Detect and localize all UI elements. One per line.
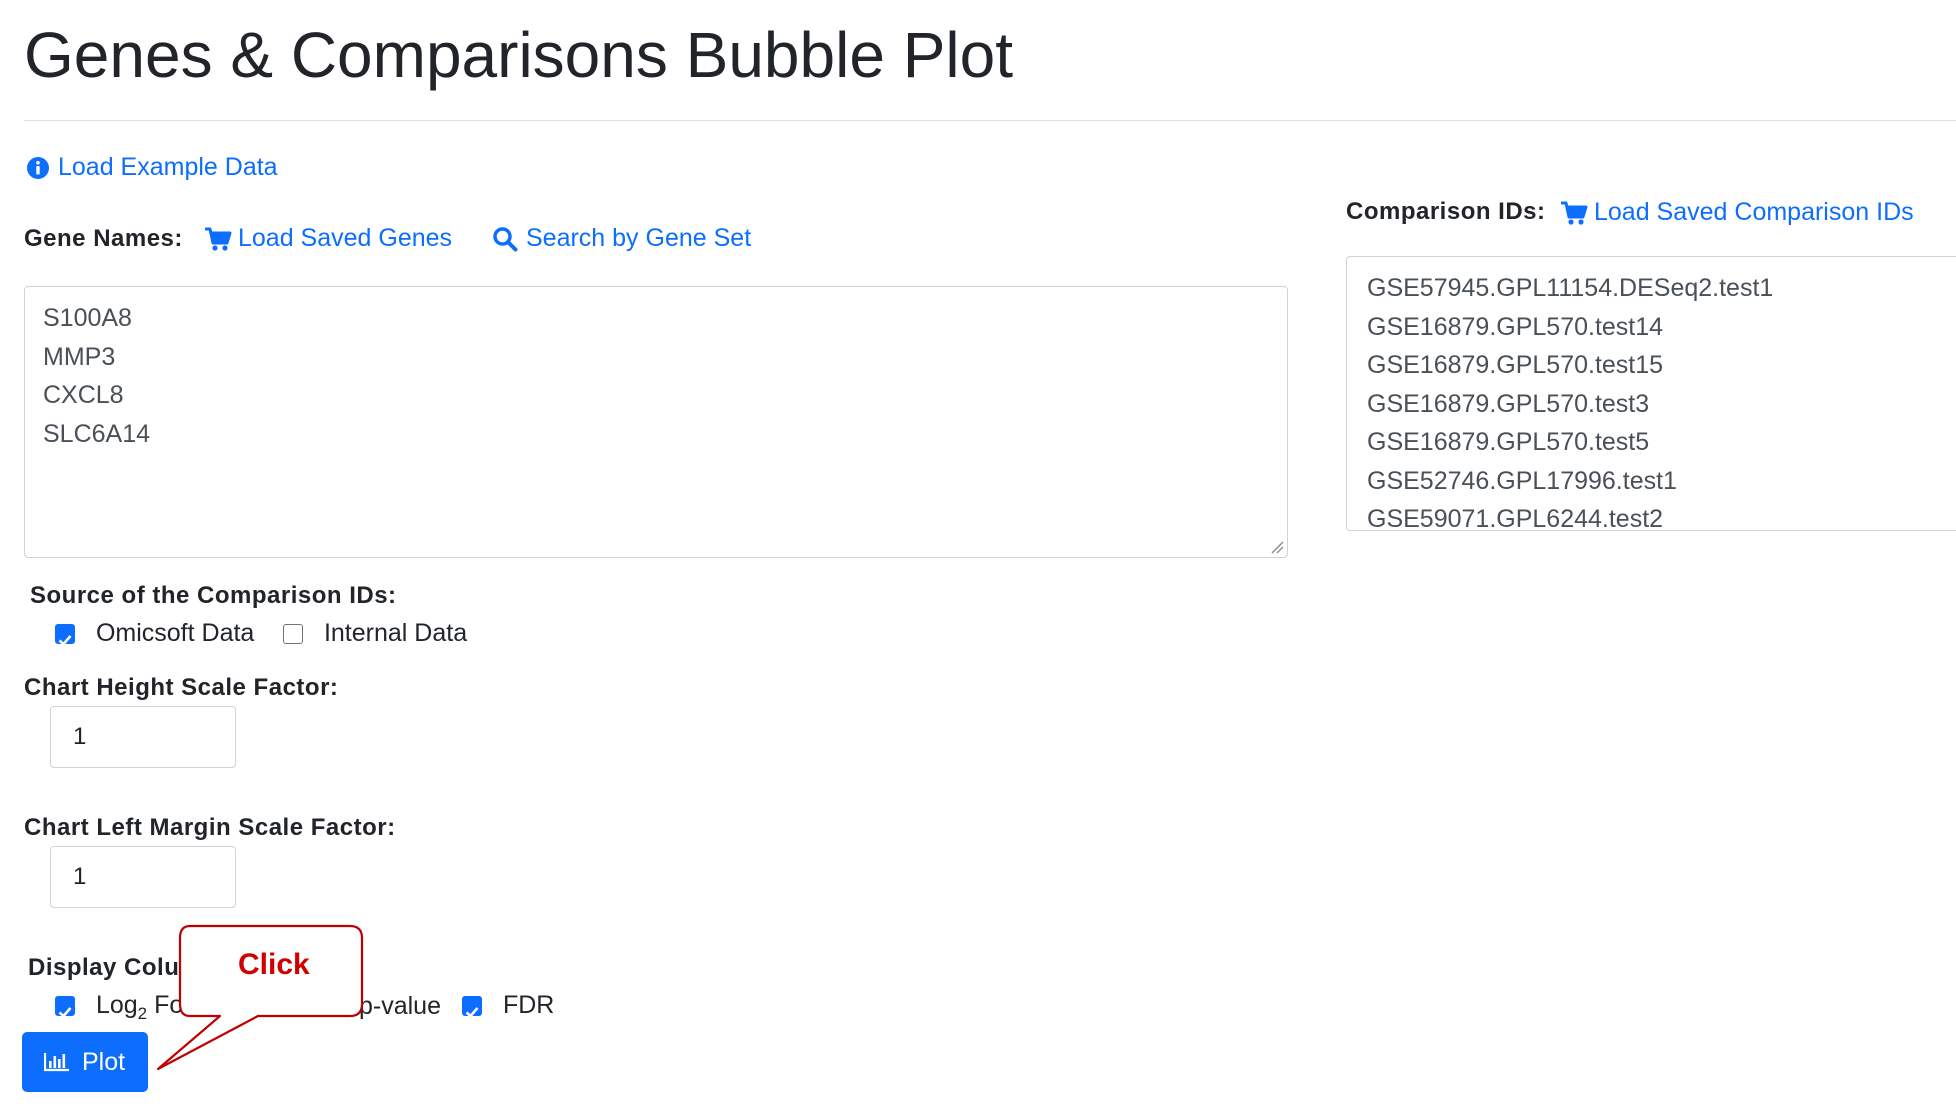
comparison-id-line: GSE52746.GPL17996.test1: [1367, 466, 1677, 495]
comparison-id-line: GSE59071.GPL6244.test2: [1367, 505, 1664, 531]
search-gene-set-label: Search by Gene Set: [526, 224, 752, 252]
search-icon: [493, 227, 518, 252]
page-title: Genes & Comparisons Bubble Plot: [24, 19, 1013, 91]
load-saved-genes-label: Load Saved Genes: [238, 224, 453, 252]
comparison-id-line: GSE16879.GPL570.test15: [1367, 351, 1664, 379]
comparison-id-line: GSE16879.GPL570.test14: [1367, 312, 1664, 341]
gene-name-line: CXCL8: [43, 381, 124, 409]
internal-checkbox[interactable]: [283, 624, 303, 645]
bar-chart-icon: [44, 1053, 69, 1072]
gene-names-textarea[interactable]: S100A8 MMP3 CXCL8 SLC6A14: [24, 286, 1288, 558]
omicsoft-checkbox[interactable]: [55, 624, 75, 647]
height-scale-label: Chart Height Scale Factor:: [24, 674, 339, 701]
fdr-option[interactable]: FDR: [462, 989, 554, 1021]
checkmark-icon: [465, 1007, 479, 1019]
comparison-id-line: GSE16879.GPL570.test5: [1367, 428, 1650, 456]
title-divider: [24, 120, 1956, 121]
margin-scale-input[interactable]: 1: [50, 846, 236, 908]
omicsoft-label: Omicsoft Data: [95, 619, 255, 647]
source-label: Source of the Comparison IDs:: [30, 582, 397, 609]
omicsoft-option[interactable]: Omicsoft Data: [55, 617, 254, 649]
plot-button[interactable]: Plot: [22, 1032, 148, 1092]
cart-icon: [205, 227, 232, 251]
margin-scale-label: Chart Left Margin Scale Factor:: [24, 814, 396, 841]
checkmark-icon: [58, 635, 72, 647]
gene-names-label: Gene Names:: [24, 225, 183, 252]
resize-grip-icon[interactable]: [1270, 540, 1284, 554]
comparison-id-line: GSE16879.GPL570.test3: [1367, 389, 1650, 418]
callout-text: Click: [238, 948, 310, 981]
load-saved-comparisons-link[interactable]: Load Saved Comparison IDs: [1560, 196, 1914, 228]
height-scale-input[interactable]: 1: [50, 706, 236, 768]
callout-bubble: [156, 924, 364, 1071]
comparison-ids-textarea[interactable]: GSE57945.GPL11154.DESeq2.test1 GSE16879.…: [1346, 256, 1956, 531]
gene-name-line: MMP3: [43, 342, 116, 371]
load-saved-genes-link[interactable]: Load Saved Genes: [204, 222, 452, 254]
log2fc-checkbox[interactable]: [55, 996, 75, 1019]
margin-scale-value: 1: [73, 863, 87, 890]
gene-name-line: S100A8: [43, 304, 132, 332]
fdr-label: FDR: [502, 991, 555, 1019]
cart-icon: [1561, 201, 1588, 225]
pvalue-label[interactable]: p-value: [359, 990, 441, 1022]
plot-button-label: Plot: [82, 1048, 126, 1076]
load-saved-comparisons-label: Load Saved Comparison IDs: [1594, 198, 1914, 226]
height-scale-value: 1: [73, 723, 87, 750]
fdr-checkbox[interactable]: [462, 996, 482, 1019]
load-example-label: Load Example Data: [58, 153, 278, 181]
comparison-id-line: GSE57945.GPL11154.DESeq2.test1: [1367, 274, 1774, 302]
load-example-link[interactable]: Load Example Data: [26, 151, 278, 183]
comparison-ids-label: Comparison IDs:: [1346, 198, 1546, 225]
internal-option[interactable]: Internal Data: [283, 617, 467, 649]
search-gene-set-link[interactable]: Search by Gene Set: [492, 222, 751, 254]
info-circle-icon: [27, 157, 49, 180]
gene-name-line: SLC6A14: [43, 419, 151, 448]
internal-label: Internal Data: [323, 619, 468, 647]
checkmark-icon: [58, 1007, 72, 1019]
